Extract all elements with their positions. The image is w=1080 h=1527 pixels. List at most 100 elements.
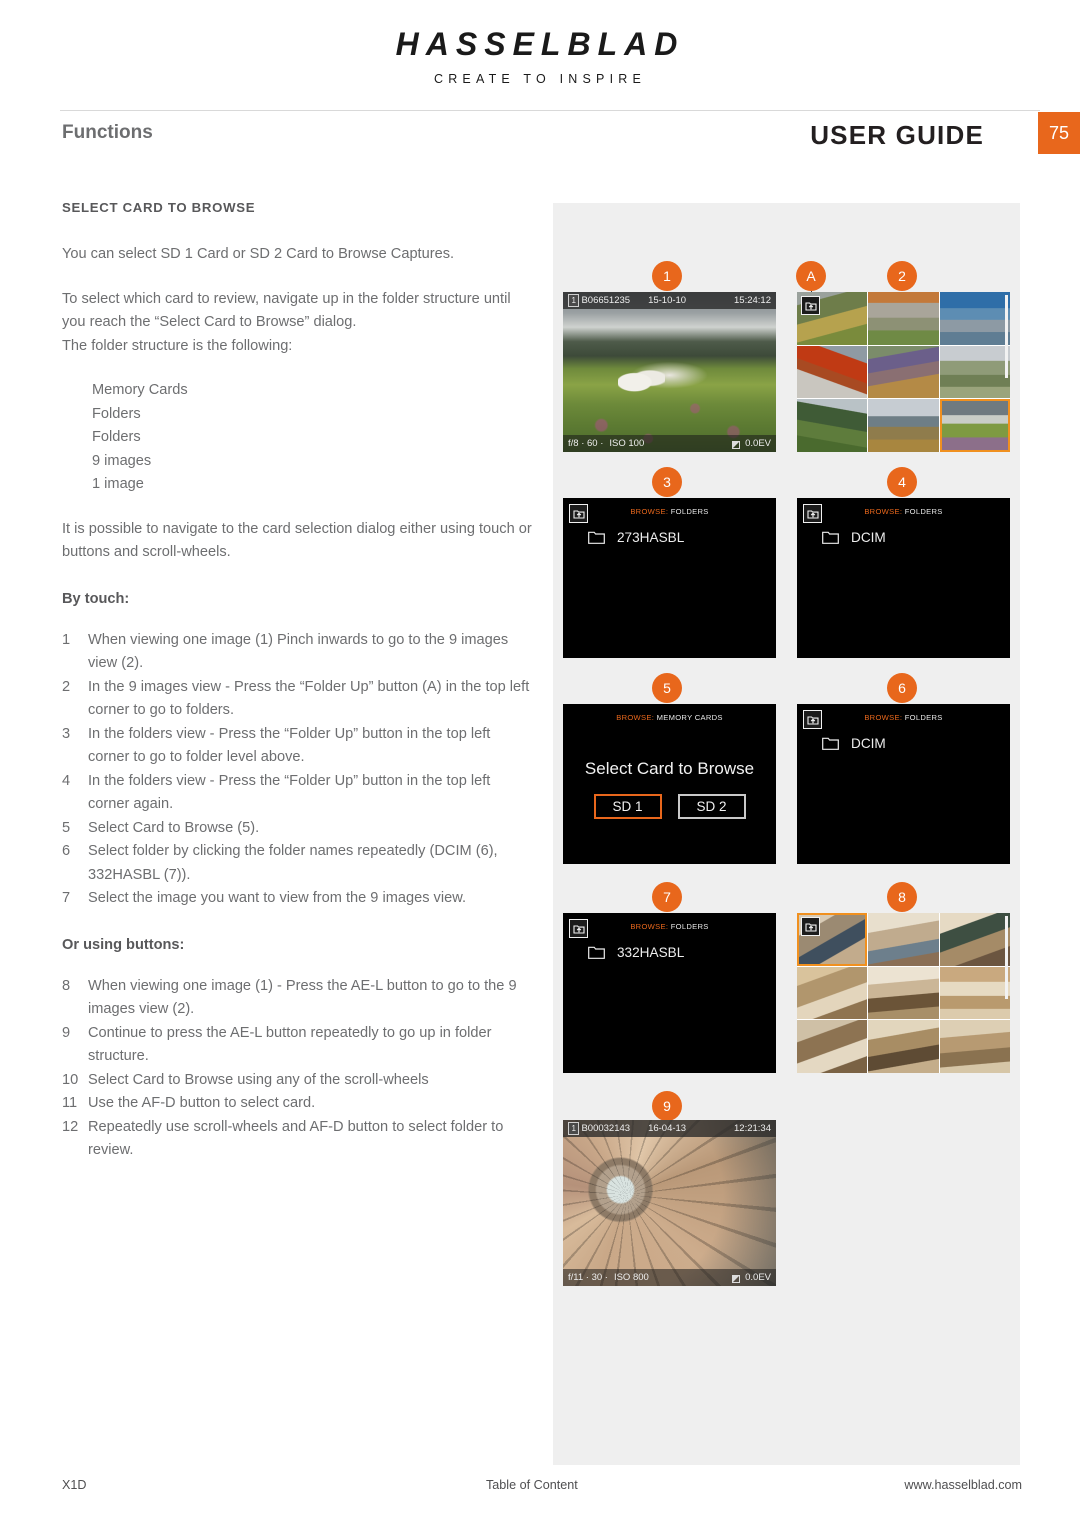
folder-up-icon[interactable]: [803, 710, 822, 729]
website-link[interactable]: www.hasselblad.com: [904, 1478, 1022, 1492]
callout-2: 2: [887, 261, 917, 291]
step-item: 7 Select the image you want to view from…: [62, 887, 534, 911]
step-number: 5: [62, 819, 71, 836]
callout-3: 3: [652, 467, 682, 497]
folder-up-icon[interactable]: [803, 504, 822, 523]
sd1-card-button[interactable]: SD 1: [593, 794, 662, 819]
screen-folders-3[interactable]: BROWSE: FOLDERS 273HASBL: [563, 498, 776, 658]
step-number: 11: [62, 1095, 78, 1111]
camera-model: X1D: [62, 1478, 87, 1492]
thumbnail[interactable]: [797, 345, 868, 399]
step-text: Select Card to Browse using any of the s…: [88, 1071, 429, 1088]
step-text: Continue to press the AE-L button repeat…: [88, 1024, 492, 1065]
thumbnail[interactable]: [868, 1020, 939, 1073]
paragraph-intro: You can select SD 1 Card or SD 2 Card to…: [62, 246, 455, 262]
folder-list-item[interactable]: 273HASBL: [588, 530, 684, 545]
step-text: When viewing one image (1) Pinch inwards…: [88, 631, 509, 672]
thumbnail[interactable]: [939, 292, 1010, 345]
step-number: 1: [62, 631, 71, 648]
page-footer: X1D Table of Content www.hasselblad.com: [0, 1478, 1080, 1498]
screen-folders-7[interactable]: BROWSE: FOLDERS 332HASBL: [563, 913, 776, 1073]
capture-info-bar-bottom: f/11 · 30 · ISO 800 0.0EV: [563, 1269, 776, 1286]
thumbnail[interactable]: [868, 913, 939, 966]
aperture-shutter: f/8 · 60 ·: [568, 438, 604, 449]
step-item: 3 In the folders view - Press the “Folde…: [62, 723, 534, 770]
thumbnail[interactable]: [868, 345, 939, 399]
browse-breadcrumb: BROWSE: FOLDERS: [797, 713, 1010, 722]
capture-time: 15:24:12: [734, 295, 771, 306]
folder-up-icon[interactable]: [569, 504, 588, 523]
thumbnail[interactable]: [868, 966, 939, 1020]
step-number: 2: [62, 678, 71, 695]
screen-nine-images-2[interactable]: [797, 292, 1010, 452]
folder-icon: [822, 531, 839, 544]
dialog-title: Select Card to Browse: [584, 759, 755, 778]
folder-up-icon[interactable]: [569, 919, 588, 938]
brand-header: HASSELBLAD CREATE TO INSPIRE: [0, 0, 1080, 86]
folder-icon: [822, 737, 839, 750]
folder-list-item[interactable]: DCIM: [822, 736, 886, 751]
browse-breadcrumb: BROWSE: FOLDERS: [563, 507, 776, 516]
step-number: 8: [62, 977, 71, 994]
exposure-comp-value: 0.0EV: [745, 438, 771, 449]
list-item: Folders: [92, 405, 141, 422]
paragraph-possible: It is possible to navigate to the card s…: [62, 520, 532, 561]
capture-info-bar-bottom: f/8 · 60 · ISO 100 0.0EV: [563, 435, 776, 452]
capture-info-bar-top: 1 B06651235 15-10-10 15:24:12: [563, 292, 776, 309]
thumbnail[interactable]: [868, 399, 939, 452]
thumbnail[interactable]: [939, 345, 1010, 399]
grid-scrollbar[interactable]: [1005, 916, 1008, 1000]
folder-list-item[interactable]: DCIM: [822, 530, 886, 545]
thumbnail[interactable]: [797, 399, 868, 452]
table-of-content-link[interactable]: Table of Content: [486, 1478, 578, 1492]
thumbnail[interactable]: [939, 1020, 1010, 1073]
step-number: 9: [62, 1024, 71, 1041]
sd2-card-button[interactable]: SD 2: [677, 794, 746, 819]
browse-value: MEMORY CARDS: [656, 713, 723, 722]
step-text: In the folders view - Press the “Folder …: [88, 772, 491, 813]
folder-structure-list: Memory Cards Folders Folders 9 images 1 …: [92, 379, 534, 497]
browse-value: FOLDERS: [904, 713, 943, 722]
browse-prefix: BROWSE:: [864, 507, 903, 516]
folder-up-icon[interactable]: [801, 917, 820, 936]
screen-folders-6[interactable]: BROWSE: FOLDERS DCIM: [797, 704, 1010, 864]
thumbnail[interactable]: [939, 966, 1010, 1020]
capture-info-bar-top: 1 B00032143 16-04-13 12:21:34: [563, 1120, 776, 1137]
step-number: 12: [62, 1118, 79, 1135]
folder-list-item[interactable]: 332HASBL: [588, 945, 684, 960]
card-slot-badge: 1: [568, 1122, 580, 1135]
thumbnail[interactable]: [797, 1020, 868, 1073]
step-item: 10 Select Card to Browse using any of th…: [62, 1069, 534, 1093]
thumbnail-selected[interactable]: [939, 399, 1010, 452]
step-text: Repeatedly use scroll-wheels and AF-D bu…: [88, 1118, 504, 1159]
exposure-comp-value: 0.0EV: [745, 1272, 771, 1283]
step-item: 4 In the folders view - Press the “Folde…: [62, 770, 534, 817]
grid-scrollbar[interactable]: [1005, 295, 1008, 379]
thumbnail[interactable]: [868, 292, 939, 345]
step-item: 12 Repeatedly use scroll-wheels and AF-D…: [62, 1116, 534, 1163]
callout-4: 4: [887, 467, 917, 497]
capture-filename: B00032143: [581, 1123, 631, 1134]
paragraph-structure-lead: The folder structure is the following:: [62, 337, 293, 354]
browse-prefix: BROWSE:: [630, 507, 669, 516]
iso-value: ISO 100: [609, 438, 645, 449]
folder-name: DCIM: [851, 736, 886, 751]
paragraph-navigate: To select which card to review, navigate…: [62, 290, 511, 331]
screen-single-image-9[interactable]: 1 B00032143 16-04-13 12:21:34 f/11 · 30 …: [563, 1120, 776, 1286]
screen-nine-images-8[interactable]: [797, 913, 1010, 1073]
capture-filename: B06651235: [581, 295, 631, 306]
capture-time: 12:21:34: [734, 1123, 771, 1134]
folder-up-icon[interactable]: [801, 296, 820, 315]
screen-select-card-5[interactable]: BROWSE: MEMORY CARDS Select Card to Brow…: [563, 704, 776, 864]
callout-9: 9: [652, 1091, 682, 1121]
step-item: 6 Select folder by clicking the folder n…: [62, 840, 534, 887]
brand-wordmark: HASSELBLAD: [395, 26, 685, 62]
screen-folders-4[interactable]: BROWSE: FOLDERS DCIM: [797, 498, 1010, 658]
thumbnail[interactable]: [939, 913, 1010, 966]
thumbnail[interactable]: [797, 966, 868, 1020]
callout-8: 8: [887, 882, 917, 912]
screen-single-image-1[interactable]: 1 B06651235 15-10-10 15:24:12 f/8 · 60 ·…: [563, 292, 776, 452]
step-text: Select Card to Browse (5).: [88, 819, 260, 836]
header-divider: [60, 110, 1040, 111]
step-text: When viewing one image (1) - Press the A…: [88, 977, 517, 1018]
